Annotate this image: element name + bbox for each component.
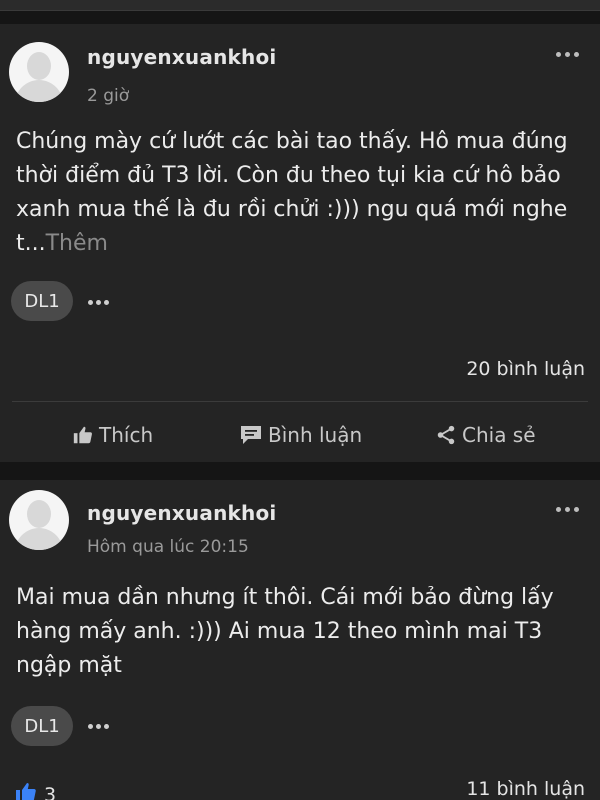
chip-more-icon[interactable] (88, 297, 114, 307)
see-more-link[interactable]: Thêm (46, 231, 108, 256)
avatar[interactable] (9, 490, 69, 550)
like-label: Thích (99, 423, 154, 447)
previous-post-edge (0, 0, 600, 11)
comment-count[interactable]: 20 bình luận (466, 358, 585, 380)
reaction-chip[interactable]: DL1 (11, 706, 73, 746)
like-button[interactable]: Thích (72, 420, 153, 450)
thumbs-up-icon (72, 424, 94, 446)
post-card: nguyenxuankhoi Hôm qua lúc 20:15 Mai mua… (0, 480, 600, 800)
avatar[interactable] (9, 42, 69, 102)
thumbs-up-icon (14, 780, 38, 800)
post-time: 2 giờ (87, 86, 130, 106)
share-icon (435, 424, 457, 446)
post-author[interactable]: nguyenxuankhoi (87, 501, 276, 525)
post-text: Chúng mày cứ lướt các bài tao thấy. Hô m… (16, 125, 586, 261)
post-time: Hôm qua lúc 20:15 (87, 537, 249, 557)
post-text: Mai mua dần nhưng ít thôi. Cái mới bảo đ… (16, 585, 554, 678)
more-icon[interactable] (552, 47, 582, 61)
post-card: nguyenxuankhoi 2 giờ Chúng mày cứ lướt c… (0, 24, 600, 462)
post-author[interactable]: nguyenxuankhoi (87, 45, 276, 69)
more-icon[interactable] (552, 502, 582, 516)
avatar-head (27, 500, 51, 528)
like-count[interactable]: 3 (14, 780, 56, 800)
divider (12, 401, 588, 402)
comment-count[interactable]: 11 bình luận (466, 778, 585, 800)
share-label: Chia sẻ (462, 423, 536, 447)
avatar-body (15, 528, 63, 550)
avatar-head (27, 52, 51, 80)
share-button[interactable]: Chia sẻ (435, 420, 536, 450)
like-count-value: 3 (44, 783, 57, 800)
comment-icon (239, 424, 263, 446)
chip-more-icon[interactable] (88, 721, 114, 731)
comment-label: Bình luận (268, 423, 363, 447)
comment-button[interactable]: Bình luận (239, 420, 362, 450)
feed-screen: nguyenxuankhoi 2 giờ Chúng mày cứ lướt c… (0, 0, 600, 800)
avatar-body (15, 80, 63, 102)
reaction-chip[interactable]: DL1 (11, 281, 73, 321)
